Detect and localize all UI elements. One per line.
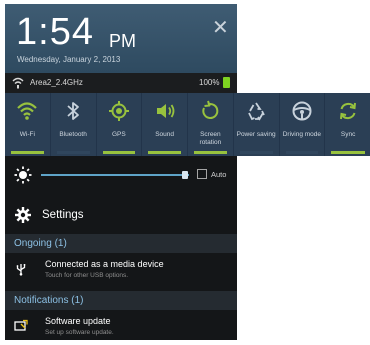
toggle-label: Screen rotation (199, 131, 222, 146)
battery-icon (223, 77, 230, 88)
toggle-indicator (194, 151, 227, 154)
toggle-sound[interactable]: Sound (142, 93, 188, 156)
settings-label: Settings (42, 209, 84, 221)
toggle-indicator (331, 151, 365, 154)
battery-percent: 100% (199, 78, 220, 87)
toggle-indicator (239, 151, 273, 154)
notification-title: Software update (45, 316, 111, 326)
toggle-label: Power saving (236, 131, 276, 138)
toggle-label: Bluetooth (59, 131, 87, 138)
software-update-icon (14, 319, 28, 331)
steering-wheel-icon (292, 101, 312, 121)
toggle-power-saving[interactable]: Power saving (234, 93, 280, 156)
notifications-header-label: Notifications (1) (14, 295, 84, 306)
brightness-row: Auto (5, 156, 237, 194)
toggle-label: GPS (112, 131, 126, 138)
brightness-slider[interactable] (41, 174, 189, 176)
toggle-indicator (148, 151, 181, 154)
sound-icon (156, 104, 175, 118)
network-name: Area2_2.4GHz (30, 78, 83, 87)
gps-icon (108, 101, 129, 121)
toggle-label: Sound (155, 131, 175, 138)
ongoing-header: Ongoing (1) (5, 234, 237, 253)
toggle-sync[interactable]: Sync (325, 93, 370, 156)
toggle-screen-rotation[interactable]: Screen rotation (188, 93, 234, 156)
close-icon[interactable]: ✕ (212, 18, 229, 38)
wifi-signal-icon (12, 77, 24, 89)
notification-usb[interactable]: Connected as a media device Touch for ot… (5, 254, 237, 288)
clock-ampm: PM (109, 31, 136, 51)
toggle-bluetooth[interactable]: Bluetooth (51, 93, 97, 156)
toggle-driving-mode[interactable]: Driving mode (280, 93, 326, 156)
wifi-icon (17, 102, 38, 120)
notification-subtitle: Set up software update. (45, 329, 114, 336)
toggle-indicator (11, 151, 44, 154)
toggle-indicator (102, 151, 136, 154)
date-label[interactable]: Wednesday, January 2, 2013 (17, 55, 120, 65)
toggle-wifi[interactable]: Wi-Fi (5, 93, 51, 156)
auto-brightness-checkbox[interactable] (197, 169, 207, 179)
notifications-header: Notifications (1) (5, 291, 237, 310)
power-saving-icon (248, 102, 265, 121)
toggle-indicator (285, 151, 319, 154)
brightness-icon (14, 166, 32, 184)
toggle-label: Sync (340, 131, 356, 138)
ongoing-header-label: Ongoing (1) (14, 238, 67, 249)
rotation-icon (202, 100, 219, 119)
notification-panel: 1:54 PM Wednesday, January 2, 2013 ✕ Are… (5, 4, 370, 340)
toggle-indicator (56, 151, 90, 154)
auto-brightness-label: Auto (211, 170, 227, 179)
usb-icon (16, 264, 26, 276)
gear-icon (15, 207, 31, 223)
panel-header: 1:54 PM Wednesday, January 2, 2013 ✕ (5, 4, 237, 73)
settings-shortcut[interactable]: Settings (5, 196, 237, 234)
brightness-slider-handle[interactable] (181, 171, 188, 179)
toggle-label: Driving mode (282, 131, 322, 138)
quick-settings-toggles: Wi-Fi Bluetooth GPS Sound Screen rotatio… (5, 93, 370, 156)
status-bar: Area2_2.4GHz 100% (5, 73, 237, 93)
clock-time: 1:54 (16, 11, 94, 53)
notification-title: Connected as a media device (45, 259, 164, 269)
bluetooth-icon (67, 102, 80, 120)
notification-subtitle: Touch for other USB options. (45, 272, 129, 279)
toggle-gps[interactable]: GPS (97, 93, 143, 156)
toggle-label: Wi-Fi (19, 131, 35, 138)
sync-icon (340, 102, 357, 120)
